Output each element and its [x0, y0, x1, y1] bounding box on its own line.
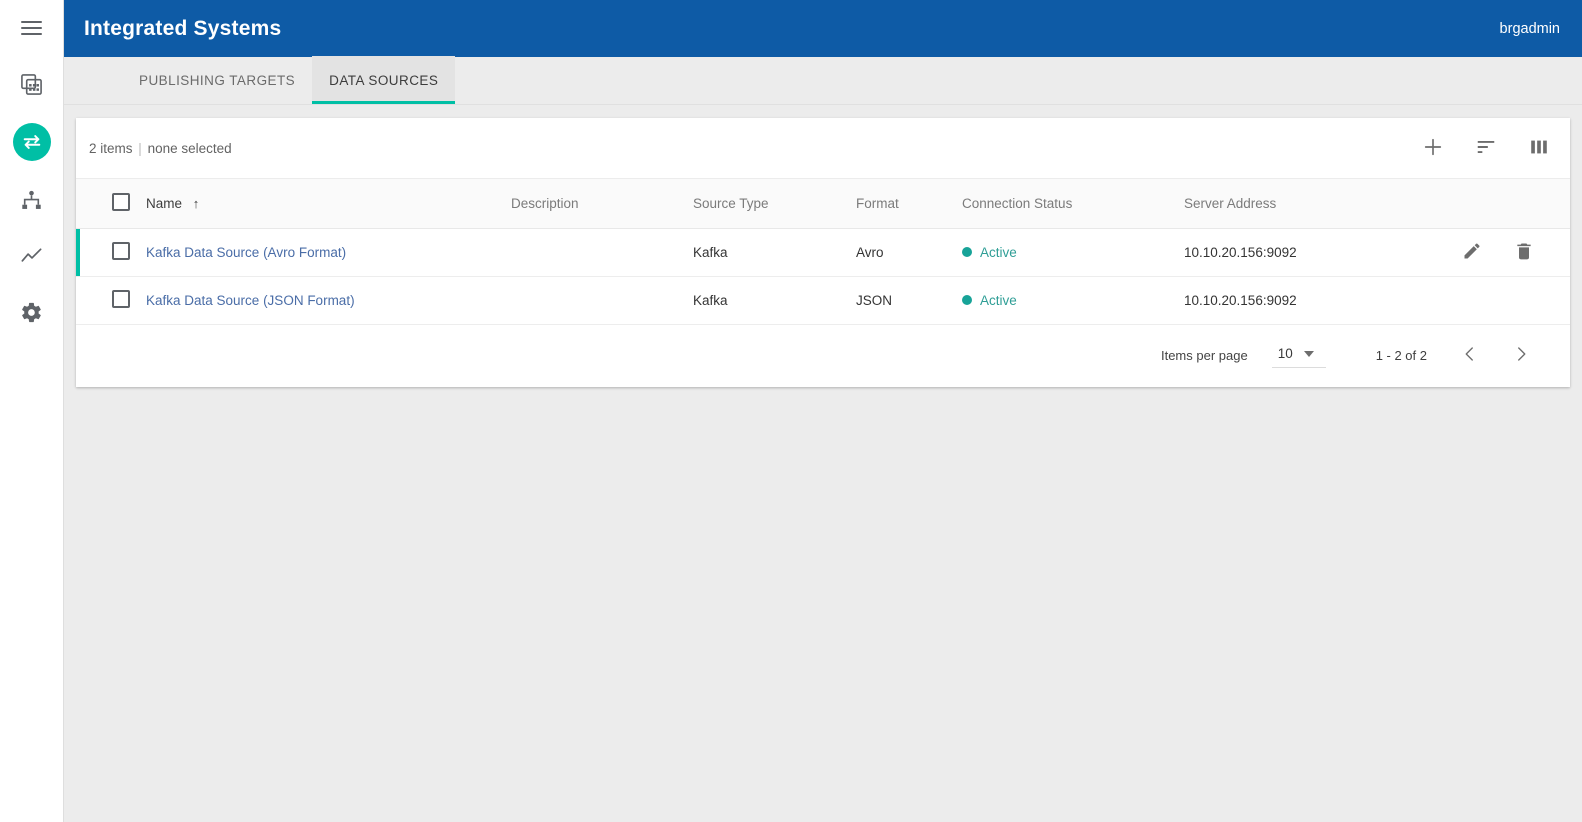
hamburger-icon — [21, 17, 42, 39]
row-hover-accent — [76, 229, 80, 276]
add-data-source-button[interactable] — [1420, 135, 1446, 161]
chevron-right-icon — [1512, 345, 1530, 366]
toolbar-actions — [1420, 135, 1552, 161]
column-header-actions — [1454, 179, 1570, 228]
data-source-link[interactable]: Kafka Data Source (Avro Format) — [146, 245, 346, 260]
trend-line-icon — [20, 245, 43, 268]
row-source-type-cell: Kafka — [693, 228, 856, 276]
card-toolbar: 2 items | none selected — [76, 118, 1570, 179]
tab-publishing-targets[interactable]: PUBLISHING TARGETS — [122, 56, 312, 104]
sitemap-icon — [20, 189, 43, 212]
item-count: 2 items — [89, 141, 133, 156]
page-content: 2 items | none selected — [64, 105, 1582, 822]
row-actions-cell — [1454, 276, 1570, 324]
column-header-server-address[interactable]: Server Address — [1184, 179, 1454, 228]
status-badge: Active — [980, 245, 1017, 260]
gear-icon — [20, 301, 43, 324]
status-dot-icon — [962, 295, 972, 305]
row-name-cell: Kafka Data Source (Avro Format) — [146, 228, 511, 276]
app-header: Integrated Systems brgadmin — [64, 0, 1582, 57]
trash-icon — [1514, 241, 1534, 264]
pencil-icon — [1462, 241, 1482, 264]
status-badge: Active — [980, 293, 1017, 308]
table-row[interactable]: Kafka Data Source (Avro Format) Kafka Av… — [76, 228, 1570, 276]
next-page-button[interactable] — [1508, 343, 1534, 369]
table-body: Kafka Data Source (Avro Format) Kafka Av… — [76, 228, 1570, 324]
filter-lines-icon — [1475, 136, 1497, 161]
table-header-row: Name ↑ Description Source Type Format Co… — [76, 179, 1570, 228]
left-nav-rail — [0, 0, 64, 822]
page-range-label: 1 - 2 of 2 — [1376, 348, 1427, 363]
columns-icon — [1528, 136, 1550, 161]
pagination-nav — [1457, 343, 1534, 369]
select-all-header — [76, 179, 146, 228]
previous-page-button[interactable] — [1457, 343, 1483, 369]
row-select-cell — [76, 276, 146, 324]
data-source-link[interactable]: Kafka Data Source (JSON Format) — [146, 293, 355, 308]
data-sources-card: 2 items | none selected — [76, 118, 1570, 387]
row-actions-cell — [1454, 228, 1570, 276]
tab-bar: PUBLISHING TARGETS DATA SOURCES — [64, 57, 1582, 105]
row-name-cell: Kafka Data Source (JSON Format) — [146, 276, 511, 324]
row-format-cell: JSON — [856, 276, 962, 324]
row-connection-status-cell: Active — [962, 276, 1184, 324]
row-description-cell — [511, 276, 693, 324]
paginator: Items per page 10 1 - 2 of 2 — [76, 325, 1570, 387]
sidebar-item-integrated-systems[interactable] — [0, 112, 64, 172]
menu-toggle-button[interactable] — [0, 0, 64, 56]
sidebar-item-reports[interactable] — [0, 56, 64, 112]
row-server-address-cell: 10.10.20.156:9092 — [1184, 228, 1454, 276]
row-select-cell — [76, 228, 146, 276]
filter-button[interactable] — [1473, 135, 1499, 161]
column-header-name[interactable]: Name ↑ — [146, 179, 511, 228]
chevron-left-icon — [1461, 345, 1479, 366]
column-header-name-label: Name — [146, 196, 182, 211]
plus-icon — [1422, 136, 1444, 161]
items-per-page-value: 10 — [1278, 346, 1293, 361]
row-format-cell: Avro — [856, 228, 962, 276]
sidebar-item-hierarchy[interactable] — [0, 172, 64, 228]
page-title: Integrated Systems — [84, 17, 281, 41]
column-header-format[interactable]: Format — [856, 179, 962, 228]
status-dot-icon — [962, 247, 972, 257]
active-indicator — [13, 123, 51, 161]
sort-ascending-icon: ↑ — [193, 196, 200, 211]
application-window: Integrated Systems brgadmin PUBLISHING T… — [0, 0, 1582, 822]
chevron-down-icon — [1304, 351, 1314, 357]
column-header-description[interactable]: Description — [511, 179, 693, 228]
row-connection-status-cell: Active — [962, 228, 1184, 276]
user-account-label[interactable]: brgadmin — [1500, 21, 1560, 37]
row-checkbox[interactable] — [112, 290, 130, 308]
tab-data-sources[interactable]: DATA SOURCES — [312, 56, 455, 104]
sidebar-item-analytics[interactable] — [0, 228, 64, 284]
row-server-address-cell: 10.10.20.156:9092 — [1184, 276, 1454, 324]
row-checkbox[interactable] — [112, 242, 130, 260]
column-header-connection-status[interactable]: Connection Status — [962, 179, 1184, 228]
grid-stack-icon — [20, 73, 43, 96]
selection-state: none selected — [148, 141, 232, 156]
row-description-cell — [511, 228, 693, 276]
table-header: Name ↑ Description Source Type Format Co… — [76, 179, 1570, 228]
summary-separator: | — [136, 141, 144, 156]
select-all-checkbox[interactable] — [112, 193, 130, 211]
items-per-page-label: Items per page — [1161, 348, 1248, 363]
selection-summary: 2 items | none selected — [89, 141, 232, 156]
edit-row-button[interactable] — [1460, 240, 1484, 264]
column-header-source-type[interactable]: Source Type — [693, 179, 856, 228]
table-row[interactable]: Kafka Data Source (JSON Format) Kafka JS… — [76, 276, 1570, 324]
data-sources-table: Name ↑ Description Source Type Format Co… — [76, 179, 1570, 325]
exchange-arrows-icon — [21, 131, 43, 153]
column-settings-button[interactable] — [1526, 135, 1552, 161]
delete-row-button[interactable] — [1512, 240, 1536, 264]
sidebar-item-settings[interactable] — [0, 284, 64, 340]
items-per-page-select[interactable]: 10 — [1272, 343, 1326, 368]
row-source-type-cell: Kafka — [693, 276, 856, 324]
